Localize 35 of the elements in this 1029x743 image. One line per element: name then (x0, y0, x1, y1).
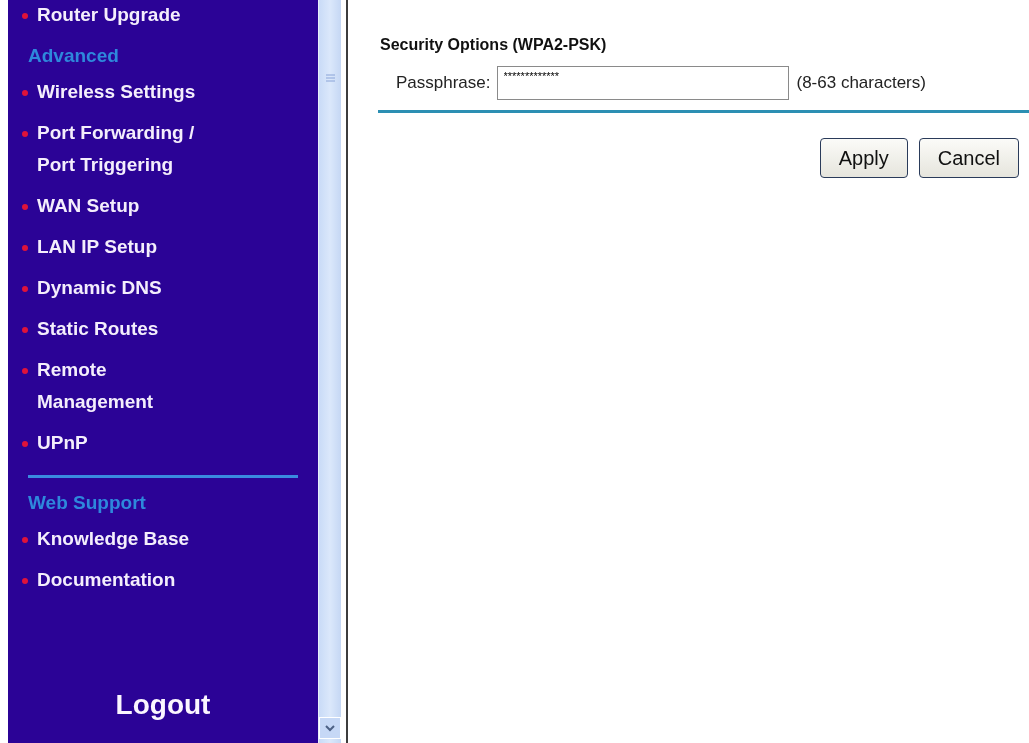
scroll-down-button[interactable] (319, 717, 341, 739)
section-title: Security Options (WPA2-PSK) (380, 36, 608, 54)
menu-link[interactable]: LAN IP Setup (37, 231, 217, 263)
bullet-icon (22, 441, 28, 447)
form-button[interactable]: Cancel (918, 138, 1019, 178)
menu-link[interactable]: Remote Management (37, 354, 217, 418)
menu-link[interactable]: UPnP (37, 427, 217, 459)
bullet-icon (22, 245, 28, 251)
menu-link[interactable]: WAN Setup (37, 190, 217, 222)
menu-link[interactable]: Documentation (37, 564, 217, 596)
passphrase-field[interactable]: ************* (496, 66, 789, 100)
chevron-down-icon (325, 724, 335, 732)
menu-link[interactable]: Wireless Settings (37, 76, 217, 108)
logout-link[interactable]: Logout (8, 689, 318, 743)
menu-link[interactable]: Router Upgrade (37, 0, 217, 31)
form-button[interactable]: Apply (819, 138, 908, 178)
bullet-icon (22, 327, 28, 333)
grip-icon (325, 74, 335, 82)
passphrase-label: Passphrase: (396, 73, 491, 93)
bullet-icon (22, 204, 28, 210)
bullet-icon (22, 13, 28, 19)
length-hint: (8-63 characters) (796, 73, 926, 93)
scrollbar[interactable] (318, 0, 341, 743)
bullet-icon (22, 578, 28, 584)
menu-link[interactable]: Knowledge Base (37, 523, 217, 555)
bullet-icon (22, 537, 28, 543)
bullet-icon (22, 131, 28, 137)
menu-link[interactable]: Static Routes (37, 313, 217, 345)
menu-link[interactable]: Dynamic DNS (37, 272, 217, 304)
bullet-icon (22, 368, 28, 374)
bullet-icon (22, 286, 28, 292)
menu-heading: Advanced (27, 44, 120, 68)
menu-link[interactable]: Port Forwarding / Port Triggering (37, 117, 217, 181)
bullet-icon (22, 90, 28, 96)
menu-heading: Web Support (27, 491, 147, 515)
